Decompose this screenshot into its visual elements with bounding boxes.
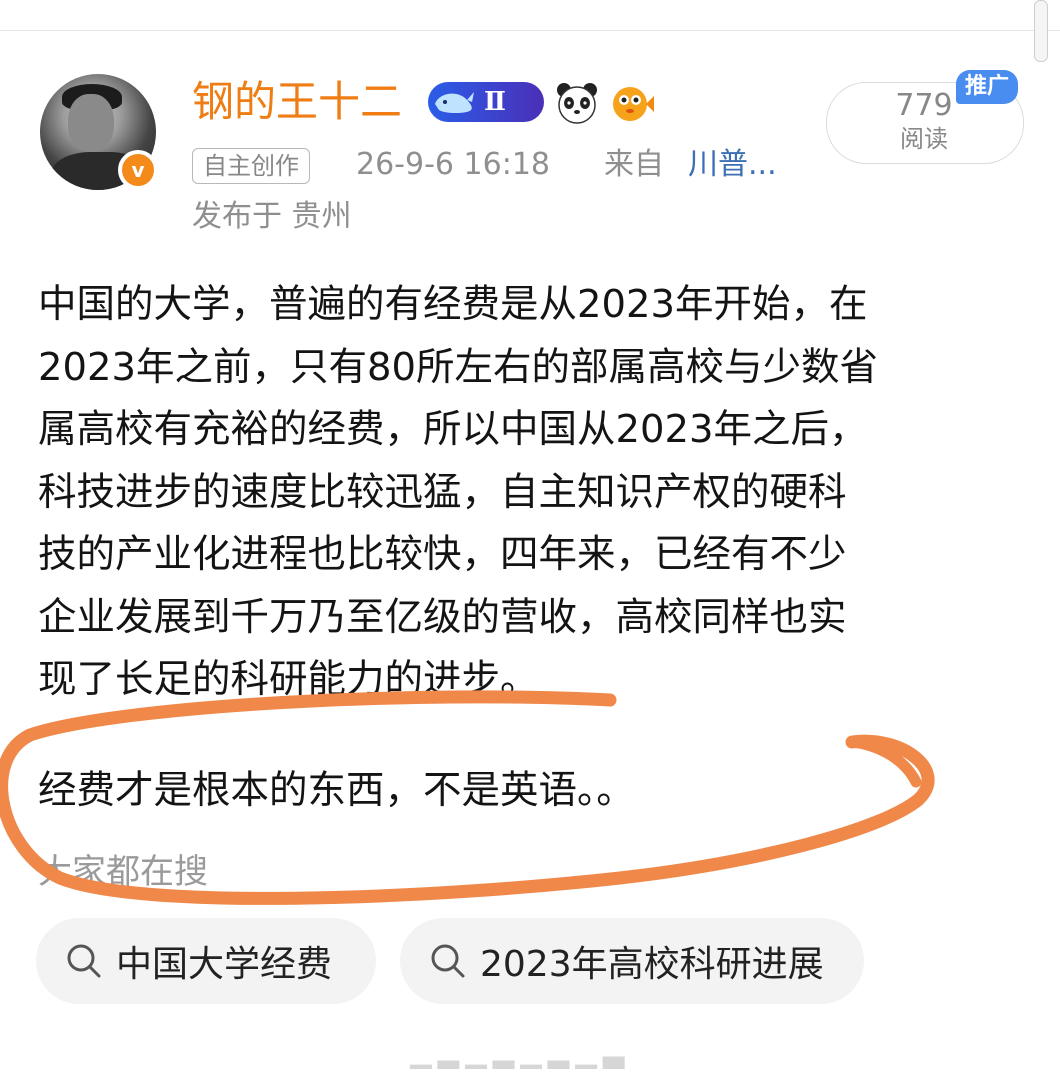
source-link[interactable]: 川普... (688, 144, 777, 186)
whale-level-icon[interactable]: Ⅱ (428, 82, 544, 122)
username[interactable]: 钢的王十二 (192, 76, 402, 128)
whale-icon (428, 82, 478, 122)
search-chip-label: 2023年高校科研进展 (480, 944, 824, 985)
post-line: 企业发展到千万乃至亿级的营收，高校同样也实 (38, 594, 847, 640)
pufferfish-icon (613, 87, 654, 121)
verified-icon: v (118, 150, 158, 190)
trending-search-label: 大家都在搜 (38, 852, 208, 892)
promo-badge[interactable]: 推广 (956, 70, 1018, 104)
post-line: 中国的大学，普遍的有经费是从2023年开始，在 (38, 282, 868, 327)
search-chip-label: 中国大学经费 (116, 944, 333, 985)
source-prefix: 来自 (604, 147, 664, 182)
post-line: 属高校有充裕的经费，所以中国从2023年之后， (38, 407, 868, 452)
post-line: 2023年之前，只有80所左右的部属高校与少数省 (38, 344, 878, 390)
scrollbar[interactable] (1034, 0, 1060, 70)
whale-level-label: Ⅱ (484, 87, 506, 117)
post-line: 现了长足的科研能力的进步。 (38, 657, 539, 702)
avatar-face (68, 94, 114, 152)
post-line: 科技进步的速度比较迅猛，自主知识产权的硬科 (38, 469, 847, 515)
highlighted-sentence: 经费才是根本的东西，不是英语。。 (38, 768, 635, 813)
scrollbar-thumb[interactable] (1034, 0, 1048, 62)
post-location: 发布于 贵州 (192, 199, 352, 234)
post-body: 中国的大学，普遍的有经费是从2023年开始，在 2023年之前，只有80所左右的… (38, 274, 1028, 712)
original-content-tag: 自主创作 (192, 148, 310, 184)
search-icon (67, 944, 101, 978)
top-bar (0, 0, 1060, 31)
post-line: 技的产业化进程也比较快，四年来，已经有不少 (38, 532, 847, 577)
post-time: 26-9-6 16:18 (356, 147, 550, 182)
panda-icon (557, 83, 597, 124)
search-chip-university-funding[interactable]: 中国大学经费 (36, 918, 376, 1004)
search-icon (431, 944, 465, 978)
search-chip-research-progress[interactable]: 2023年高校科研进展 (400, 918, 864, 1004)
blurred-watermark: ▁▂▁▂▁▂▁▃ (410, 1036, 631, 1069)
read-label: 阅读 (900, 125, 948, 153)
